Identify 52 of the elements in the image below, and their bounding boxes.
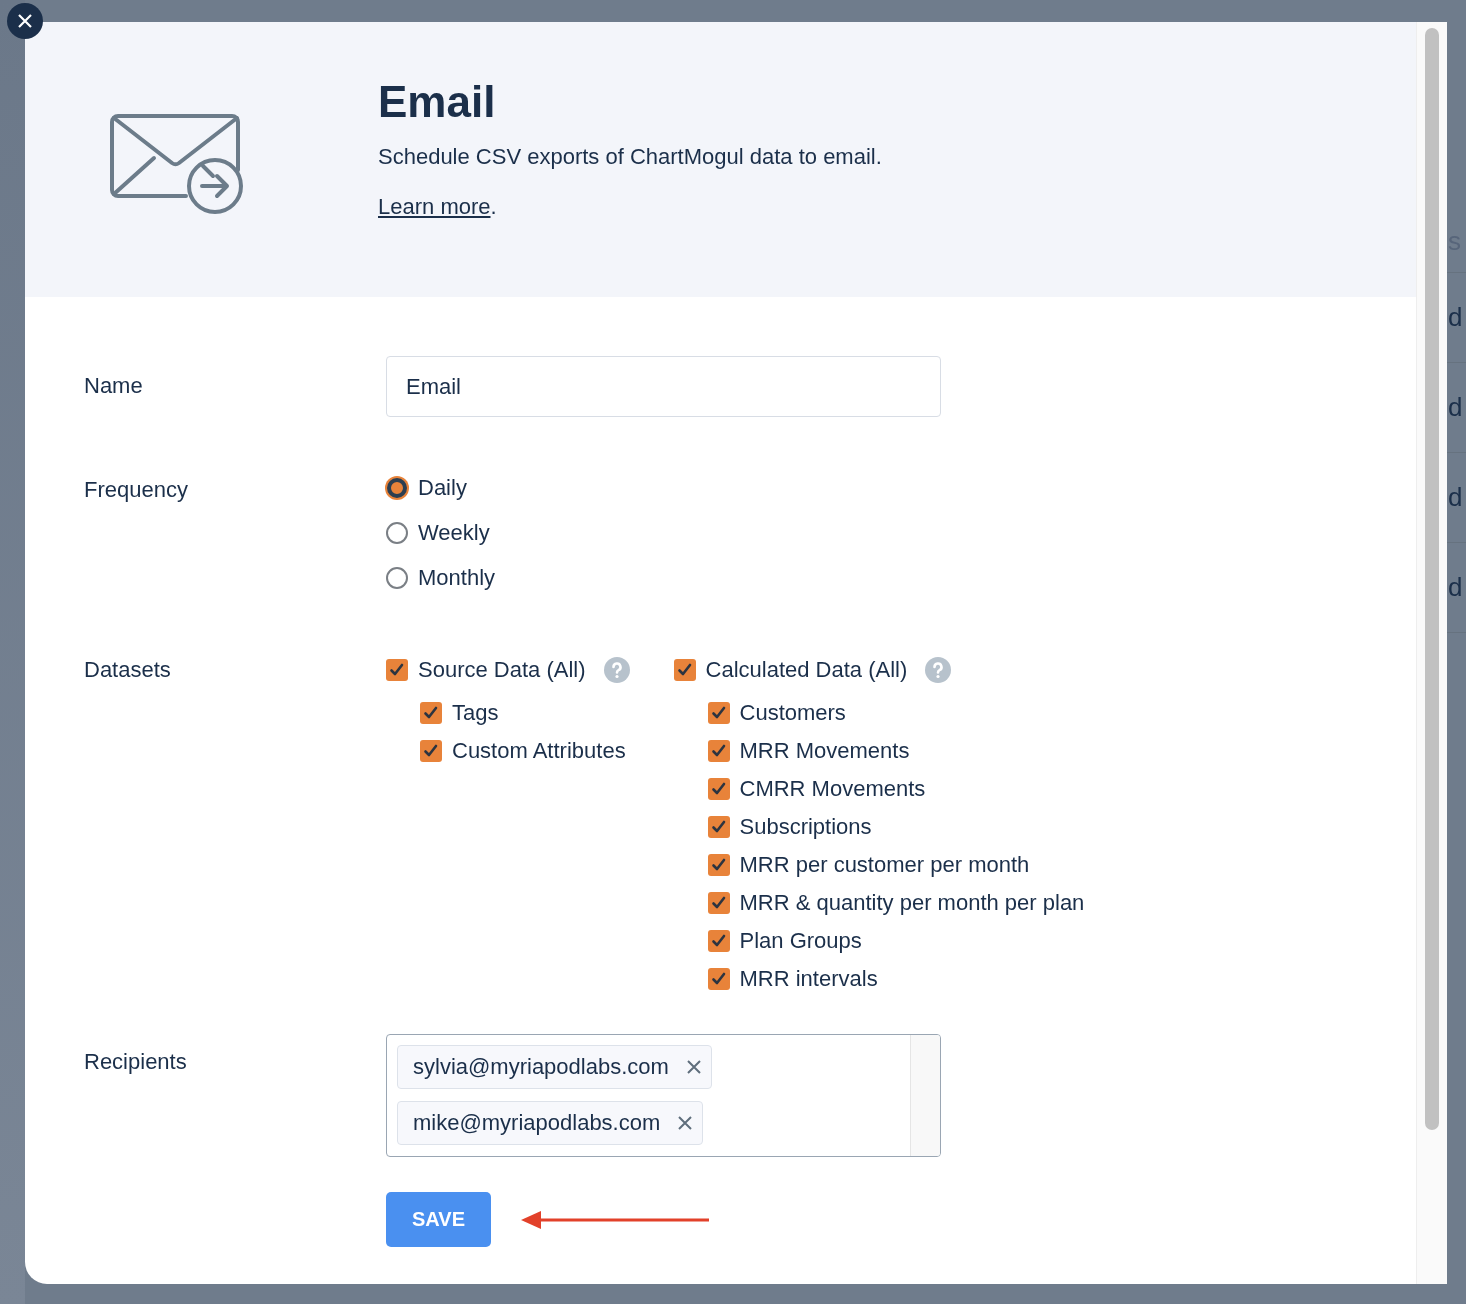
- dialog-title: Email: [378, 76, 497, 128]
- checkbox[interactable]: [420, 740, 442, 762]
- checkbox[interactable]: [673, 659, 696, 681]
- checkbox[interactable]: [707, 778, 730, 800]
- radio-option[interactable]: Weekly: [386, 518, 496, 548]
- checkbox-option[interactable]: MRR Movements: [707, 736, 1085, 766]
- email-text: mike@myriapodlabs.com: [413, 1110, 661, 1136]
- radio-option[interactable]: Daily: [386, 473, 496, 503]
- checkbox-option[interactable]: CMRR Movements: [707, 774, 1085, 804]
- name-input[interactable]: Email: [386, 356, 941, 417]
- checkbox-option[interactable]: Customers: [707, 698, 1085, 728]
- field-label: Datasets: [84, 656, 172, 684]
- checkbox[interactable]: [707, 892, 730, 914]
- remove-icon[interactable]: [686, 1060, 701, 1074]
- field-label: Name: [84, 372, 144, 400]
- checkbox[interactable]: [386, 659, 408, 681]
- checkbox-option[interactable]: Calculated Data (All): [673, 655, 1085, 685]
- radio-option[interactable]: Monthly: [386, 563, 496, 593]
- background-text: d: [1447, 273, 1466, 363]
- checkbox[interactable]: [707, 816, 730, 838]
- field-scrollbar[interactable]: [910, 1035, 940, 1156]
- dialog-description: Schedule CSV exports of ChartMogul data to email.: [378, 143, 882, 171]
- field-label: Frequency: [84, 476, 189, 504]
- checkbox[interactable]: [707, 854, 730, 876]
- checkbox-option[interactable]: Source Data (All): [386, 655, 630, 685]
- remove-icon[interactable]: [678, 1116, 693, 1130]
- background-text: d: [1447, 363, 1466, 453]
- punctuation-text: .: [490, 193, 497, 221]
- radio-button[interactable]: [387, 478, 407, 498]
- close-icon[interactable]: [17, 13, 33, 29]
- checkbox[interactable]: [707, 930, 730, 952]
- recipients-field[interactable]: sylvia@myriapodlabs.com mike@myriapodlabs.com: [386, 1034, 941, 1157]
- background-text: d: [1447, 453, 1466, 543]
- checkbox-option[interactable]: Subscriptions: [707, 812, 1085, 842]
- background-text: d: [1447, 543, 1466, 633]
- learn-more-link[interactable]: Learn more: [378, 192, 491, 222]
- checkbox[interactable]: [707, 702, 730, 724]
- radio-button[interactable]: [386, 567, 408, 589]
- checkbox-option[interactable]: Tags: [420, 698, 630, 728]
- scrollbar[interactable]: [1416, 22, 1447, 1284]
- checkbox-option[interactable]: MRR & quantity per month per plan: [707, 888, 1085, 918]
- checkbox[interactable]: [420, 702, 442, 724]
- checkbox[interactable]: [707, 968, 730, 990]
- checkbox-option[interactable]: Plan Groups: [707, 926, 1085, 956]
- field-label: Recipients: [84, 1048, 188, 1076]
- email-text: sylvia@myriapodlabs.com: [413, 1054, 669, 1080]
- checkbox[interactable]: [707, 740, 730, 762]
- radio-button[interactable]: [386, 522, 408, 544]
- checkbox-option[interactable]: MRR intervals: [707, 964, 1085, 994]
- checkbox-option[interactable]: MRR per customer per month: [707, 850, 1085, 880]
- envelope-arrow-icon: [110, 114, 246, 216]
- checkbox-option[interactable]: Custom Attributes: [420, 736, 630, 766]
